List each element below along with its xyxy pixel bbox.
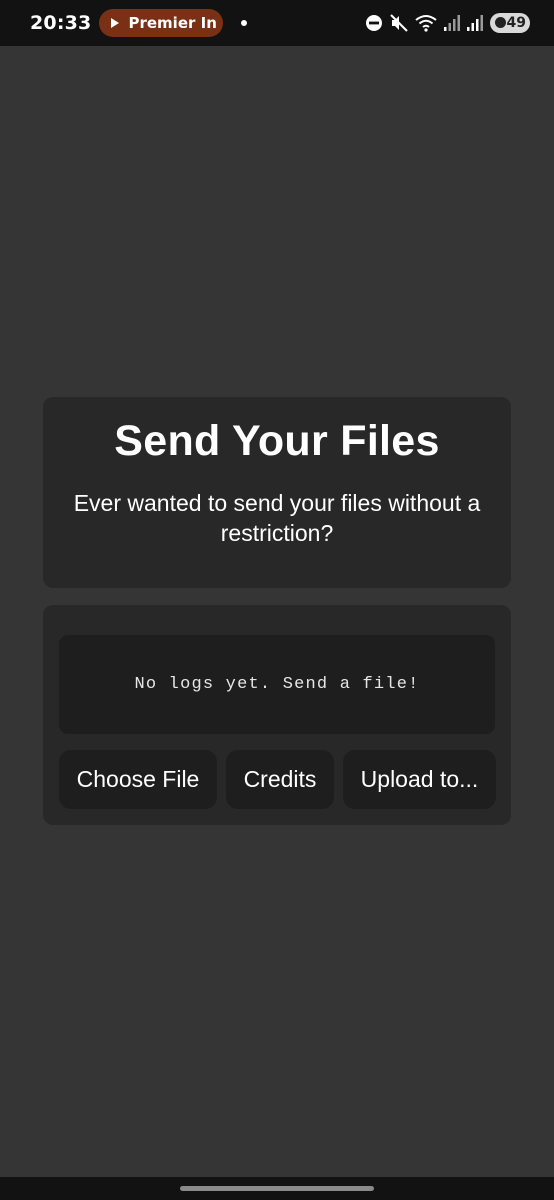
upload-to-button[interactable]: Upload to... bbox=[343, 750, 496, 809]
navigation-bar bbox=[0, 1177, 554, 1200]
credits-button[interactable]: Credits bbox=[226, 750, 334, 809]
wifi-icon bbox=[415, 15, 437, 32]
log-empty-message: No logs yet. Send a file! bbox=[134, 675, 420, 694]
media-title: Premier In bbox=[128, 14, 217, 32]
status-icons: 49 bbox=[365, 13, 530, 33]
hero-card: Send Your Files Ever wanted to send your… bbox=[43, 397, 511, 588]
media-notification-pill[interactable]: Premier In bbox=[99, 9, 224, 37]
battery-icon: 49 bbox=[490, 13, 530, 33]
page-subtitle: Ever wanted to send your files without a… bbox=[73, 490, 481, 546]
log-panel: No logs yet. Send a file! bbox=[59, 635, 495, 734]
dnd-icon bbox=[366, 15, 382, 31]
signal-icon bbox=[444, 15, 460, 31]
choose-file-button[interactable]: Choose File bbox=[59, 750, 217, 809]
home-indicator[interactable] bbox=[180, 1186, 374, 1191]
play-icon bbox=[111, 18, 120, 28]
notification-dot-icon bbox=[241, 20, 248, 26]
battery-saver-icon bbox=[495, 17, 506, 28]
upload-card: No logs yet. Send a file! Choose File Cr… bbox=[43, 605, 511, 825]
action-buttons: Choose File Credits Upload to... bbox=[59, 750, 496, 809]
page-title: Send Your Files bbox=[114, 417, 440, 465]
signal-icon bbox=[467, 15, 483, 31]
status-bar: 20:33 Premier In 49 bbox=[0, 0, 554, 46]
battery-level: 49 bbox=[506, 15, 526, 31]
clock: 20:33 bbox=[30, 12, 92, 34]
mute-icon bbox=[390, 14, 408, 32]
